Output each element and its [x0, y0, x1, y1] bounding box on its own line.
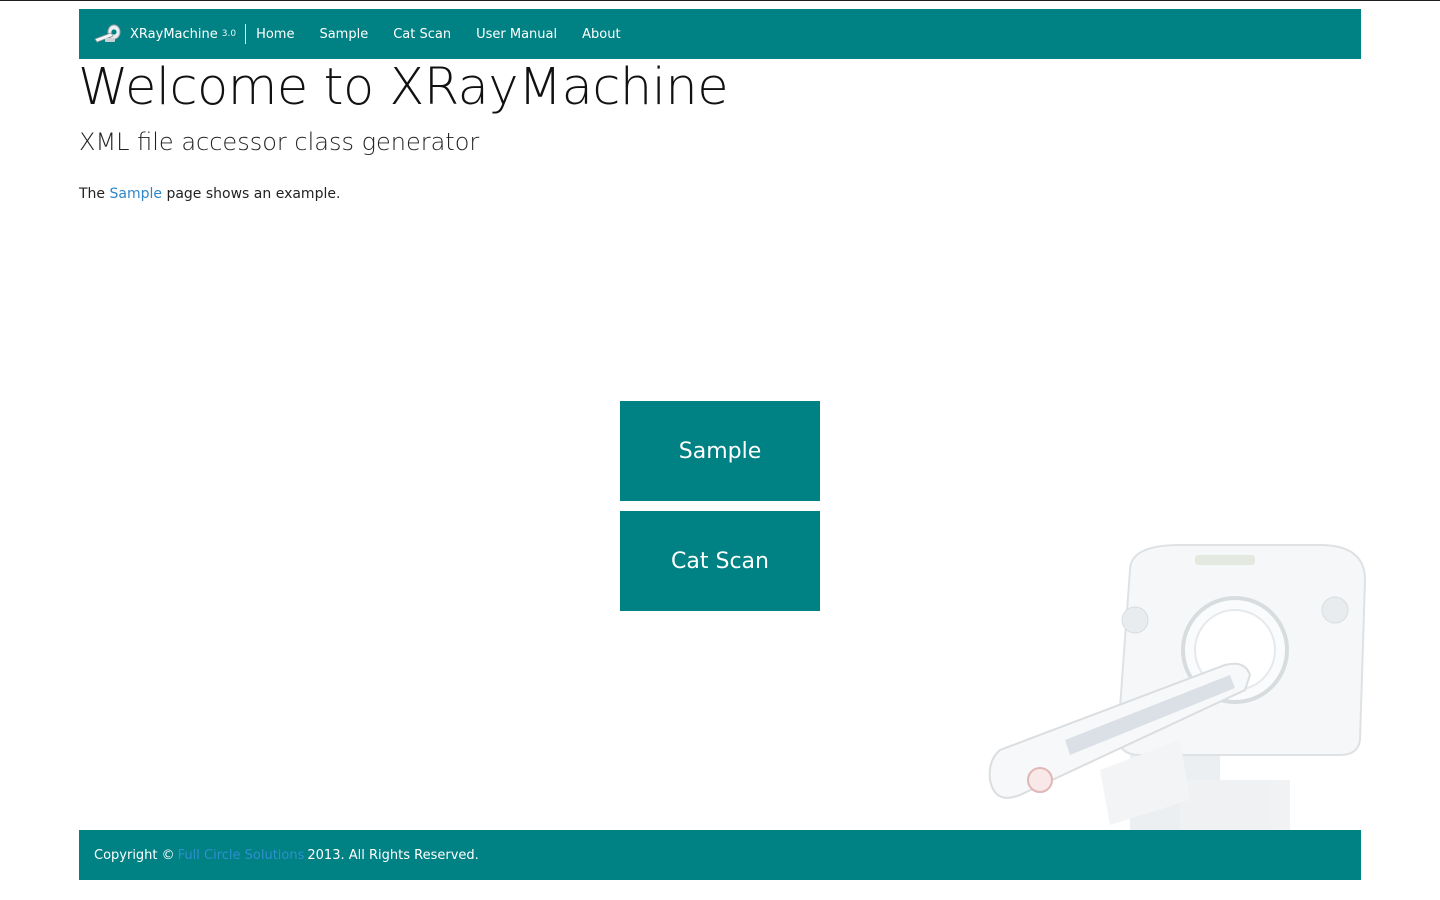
- brand-divider: [245, 24, 247, 44]
- nav-home[interactable]: Home: [256, 27, 294, 42]
- intro-text-end: page shows an example.: [166, 186, 341, 202]
- page-subtitle: XML file accessor class generator: [79, 128, 480, 156]
- sample-link[interactable]: Sample: [110, 186, 163, 202]
- nav-sample[interactable]: Sample: [319, 27, 368, 42]
- nav-about[interactable]: About: [582, 27, 620, 42]
- page-title: Welcome to XRayMachine: [78, 58, 729, 117]
- company-link[interactable]: Full Circle Solutions: [178, 848, 305, 863]
- nav-cat-scan[interactable]: Cat Scan: [393, 27, 451, 42]
- top-border: [0, 0, 1440, 1]
- intro-text-start: The: [79, 186, 106, 202]
- cat-scan-tile-button[interactable]: Cat Scan: [620, 511, 820, 611]
- brand-version: 3.0: [221, 29, 237, 39]
- sample-tile-button[interactable]: Sample: [620, 401, 820, 501]
- copyright-prefix: Copyright ©: [94, 847, 175, 863]
- footer: Copyright © Full Circle Solutions 2013. …: [79, 830, 1361, 880]
- navbar: XRayMachine 3.0 Home Sample Cat Scan Use…: [79, 9, 1361, 59]
- nav-user-manual[interactable]: User Manual: [476, 27, 557, 42]
- brand[interactable]: XRayMachine 3.0: [79, 9, 236, 59]
- intro-text: The Sample page shows an example.: [79, 186, 340, 202]
- xray-machine-icon: [93, 23, 123, 45]
- copyright-suffix: 2013. All Rights Reserved.: [307, 847, 479, 863]
- ct-scanner-image: [980, 540, 1375, 830]
- brand-name: XRayMachine: [130, 26, 218, 42]
